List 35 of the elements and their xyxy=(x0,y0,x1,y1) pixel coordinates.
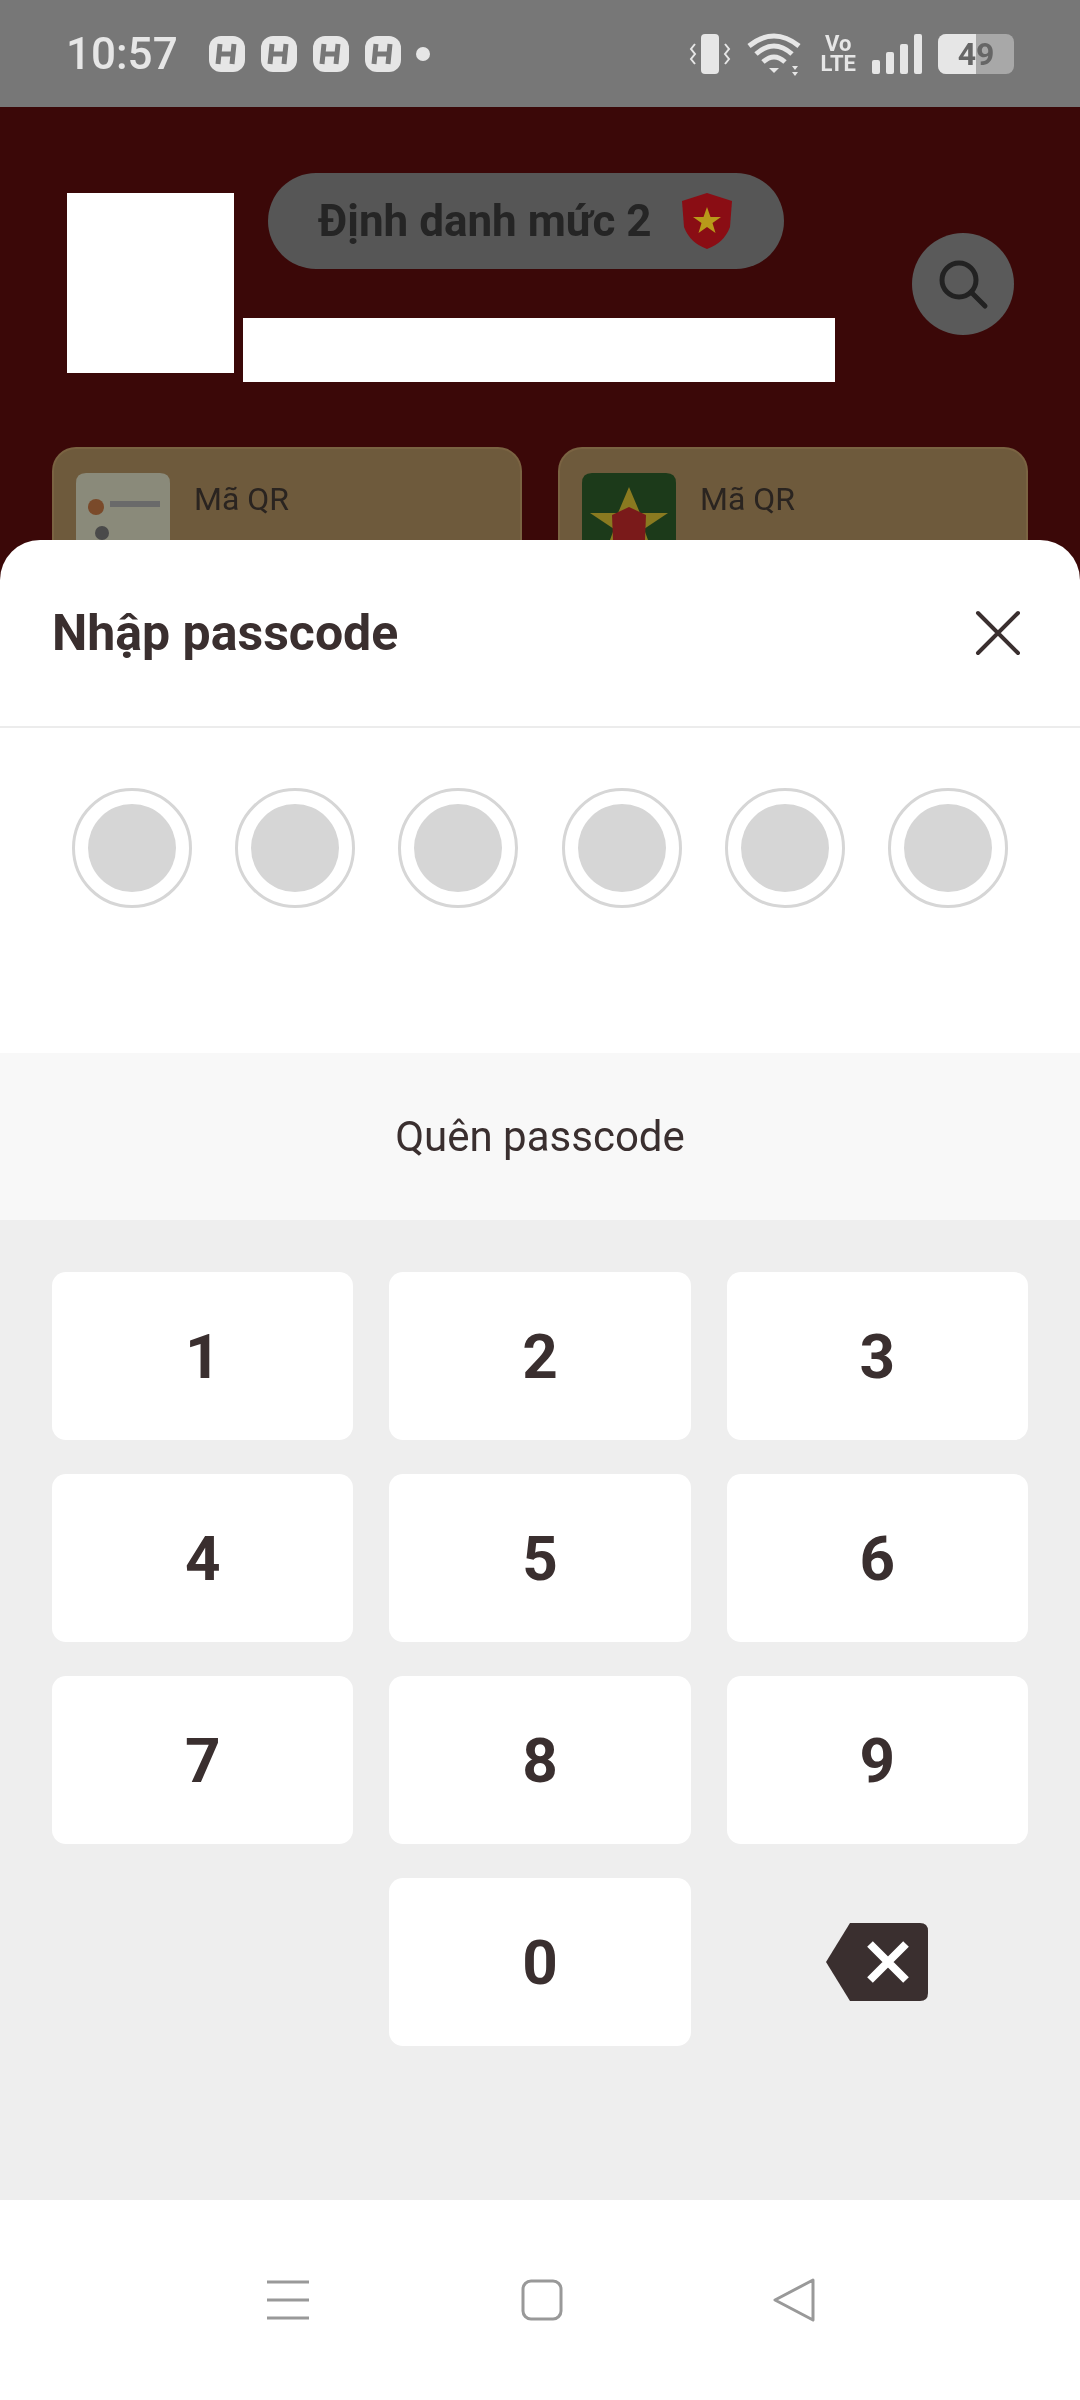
sheet-title: Nhập passcode xyxy=(52,602,399,664)
search-icon xyxy=(937,258,989,310)
backspace-button[interactable] xyxy=(826,1923,929,2001)
forgot-passcode-link[interactable]: Quên passcode xyxy=(395,1105,685,1168)
id-card-icon xyxy=(76,473,170,540)
notification-app-icon xyxy=(259,34,298,73)
close-icon xyxy=(975,610,1021,656)
notification-app-icon xyxy=(207,34,246,73)
digit-key[interactable]: 8 xyxy=(389,1676,691,1844)
volte-label: LTE xyxy=(820,53,856,74)
shield-star-icon xyxy=(679,191,734,251)
digit-key[interactable]: 5 xyxy=(389,1474,691,1642)
card-title: Mã QR xyxy=(194,479,289,520)
digit-key[interactable]: 4 xyxy=(52,1474,354,1642)
digit-key[interactable]: 1 xyxy=(52,1272,354,1440)
notification-app-icon xyxy=(311,34,350,73)
digit-key[interactable]: 3 xyxy=(726,1272,1028,1440)
battery-level: 49 xyxy=(957,33,995,75)
signal-icon xyxy=(872,33,922,74)
clock: 10:57 xyxy=(66,26,178,82)
back-icon[interactable] xyxy=(773,2278,815,2322)
card-title: Mã QR xyxy=(700,479,795,520)
shield-emblem-icon xyxy=(582,473,676,540)
notification-app-icon xyxy=(363,34,402,73)
digit-key[interactable]: 9 xyxy=(726,1676,1028,1844)
digit-key[interactable]: 7 xyxy=(52,1676,354,1844)
backspace-icon xyxy=(826,1923,929,2001)
dot-icon xyxy=(415,46,430,61)
digit-key[interactable]: 0 xyxy=(389,1878,691,2046)
home-icon[interactable] xyxy=(521,2279,563,2321)
digit-key[interactable]: 2 xyxy=(389,1272,691,1440)
digit-key[interactable]: 6 xyxy=(726,1474,1028,1642)
menu-icon[interactable] xyxy=(265,2279,311,2321)
vibrate-icon xyxy=(688,31,731,76)
volte-label: Vo xyxy=(825,33,852,54)
